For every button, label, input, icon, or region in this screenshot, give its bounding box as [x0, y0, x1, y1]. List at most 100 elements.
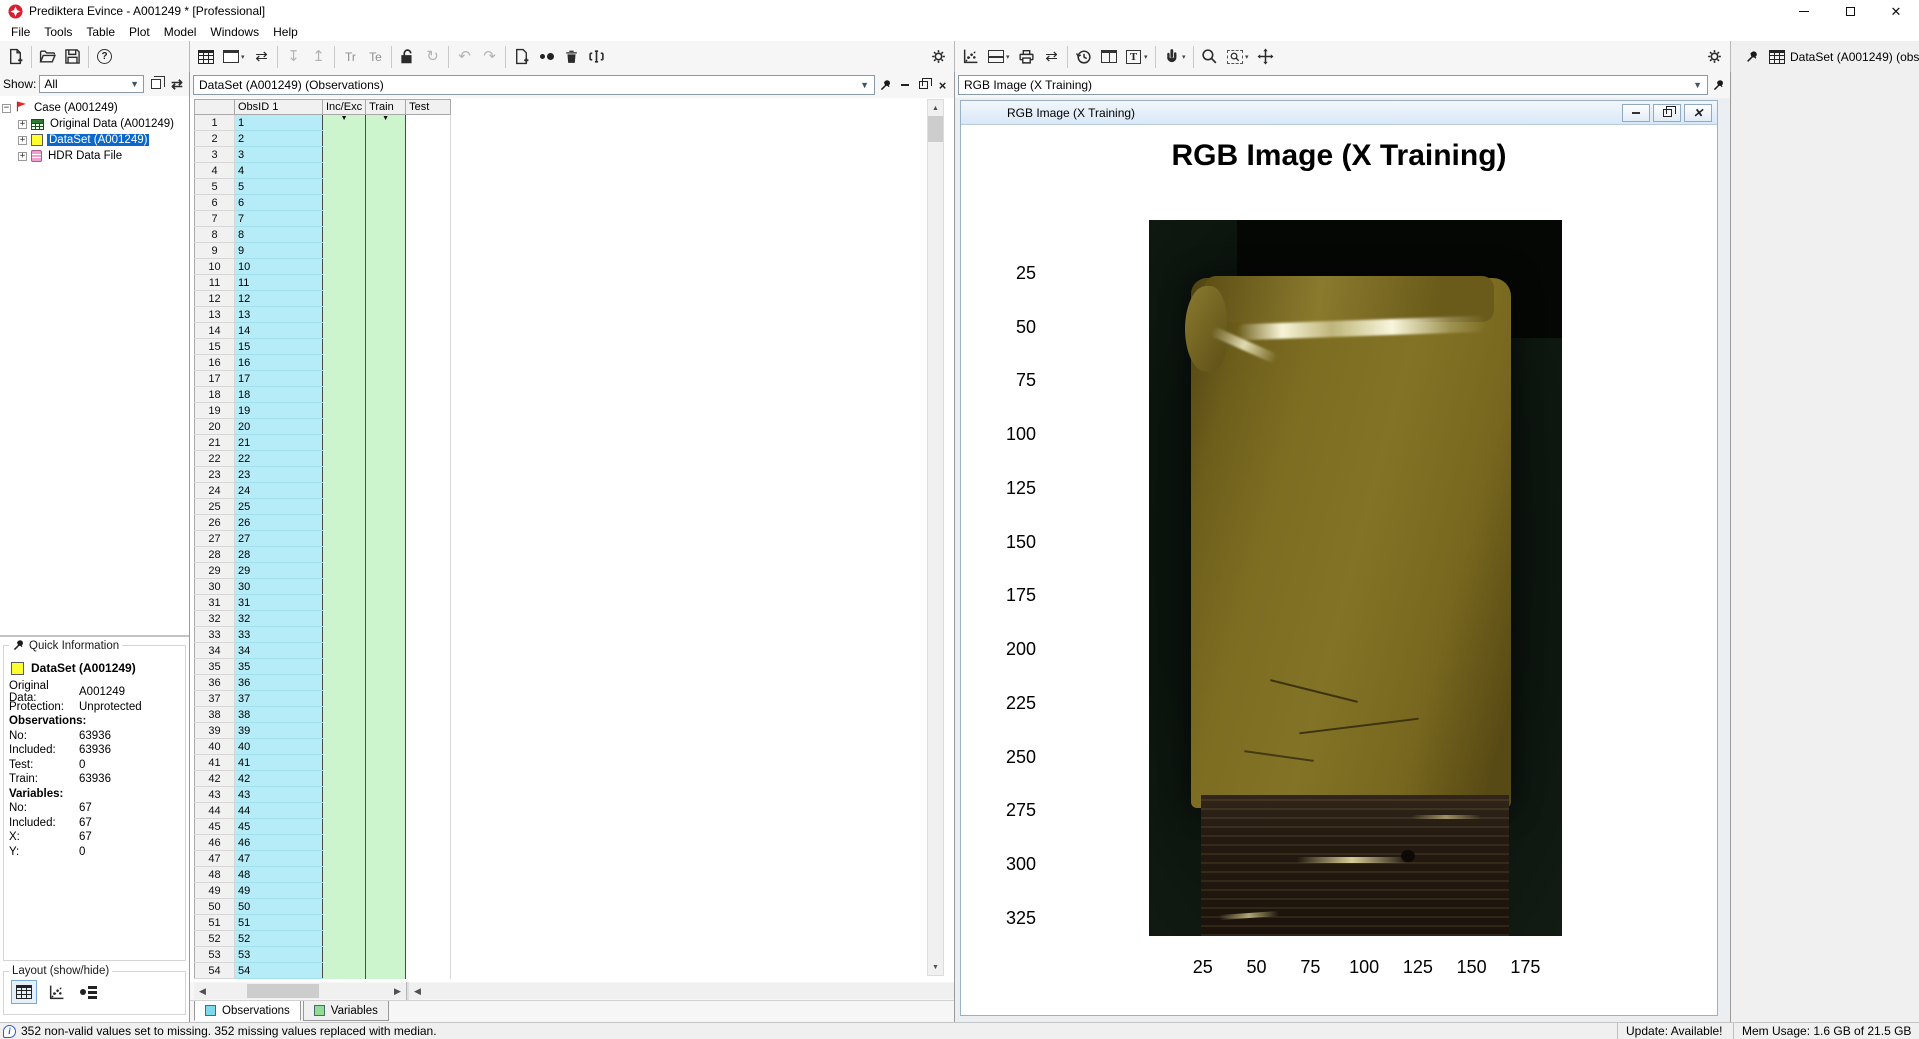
column-header-test[interactable]: Test [405, 99, 452, 115]
incexc-cell[interactable] [321, 386, 367, 403]
swap-columns-button[interactable]: ⇄ [249, 44, 274, 69]
link-observations-button[interactable] [534, 44, 559, 69]
train-cell[interactable] [365, 146, 407, 163]
row-number-cell[interactable]: 9 [194, 242, 235, 259]
table-vertical-scrollbar[interactable]: ▲ ▼ [927, 99, 944, 976]
new-file-button[interactable] [3, 44, 28, 69]
row-number-cell[interactable]: 39 [194, 722, 235, 739]
train-cell[interactable] [365, 914, 407, 931]
test-cell[interactable] [405, 594, 452, 611]
train-cell[interactable] [365, 802, 407, 819]
frozen-columns-scrollbar[interactable]: ◀ ▶ [194, 983, 406, 999]
test-cell[interactable] [405, 498, 452, 515]
menu-file[interactable]: File [4, 24, 37, 40]
test-cell[interactable] [405, 770, 452, 787]
toggle-model-button[interactable] [75, 980, 101, 1004]
text-tool-button[interactable]: T [1121, 44, 1146, 69]
incexc-cell[interactable] [321, 466, 367, 483]
row-number-cell[interactable]: 52 [194, 930, 235, 947]
test-cell[interactable] [405, 626, 452, 643]
test-cell[interactable] [405, 434, 452, 451]
row-number-cell[interactable]: 18 [194, 386, 235, 403]
test-cell[interactable] [405, 642, 452, 659]
row-number-cell[interactable]: 13 [194, 306, 235, 323]
incexc-cell[interactable] [321, 914, 367, 931]
table-doc-select[interactable]: DataSet (A001249) (Observations) ▼ [193, 75, 875, 95]
test-cell[interactable] [405, 546, 452, 563]
obsid-cell[interactable]: 31 [234, 594, 323, 611]
train-cell[interactable] [365, 850, 407, 867]
row-number-cell[interactable]: 53 [194, 946, 235, 963]
obsid-cell[interactable]: 48 [234, 866, 323, 883]
chevron-down-icon[interactable]: ▾ [1006, 53, 1014, 61]
row-number-cell[interactable]: 36 [194, 674, 235, 691]
train-cell[interactable] [365, 786, 407, 803]
test-cell[interactable] [405, 354, 452, 371]
test-cell[interactable] [405, 306, 452, 323]
plot-doc-select[interactable]: RGB Image (X Training) ▼ [958, 75, 1708, 95]
incexc-cell[interactable] [321, 818, 367, 835]
row-number-cell[interactable]: 3 [194, 146, 235, 163]
row-number-cell[interactable]: 31 [194, 594, 235, 611]
test-cell[interactable] [405, 530, 452, 547]
row-number-header[interactable] [194, 99, 235, 115]
train-cell[interactable] [365, 866, 407, 883]
hand-tool-button[interactable] [1159, 44, 1184, 69]
train-cell[interactable] [365, 674, 407, 691]
row-number-cell[interactable]: 45 [194, 818, 235, 835]
train-cell[interactable] [365, 322, 407, 339]
obsid-cell[interactable]: 26 [234, 514, 323, 531]
table-grid-button[interactable] [193, 44, 218, 69]
row-number-cell[interactable]: 47 [194, 850, 235, 867]
row-number-cell[interactable]: 11 [194, 274, 235, 291]
maximize-button[interactable] [1827, 0, 1873, 22]
incexc-cell[interactable] [321, 482, 367, 499]
row-number-cell[interactable]: 14 [194, 322, 235, 339]
column-header-train[interactable]: Train [365, 99, 407, 115]
row-number-cell[interactable]: 24 [194, 482, 235, 499]
rgb-image[interactable] [1149, 220, 1562, 936]
tree-expander-icon[interactable]: + [18, 151, 27, 161]
dock-pin-button[interactable] [1739, 44, 1764, 69]
row-number-cell[interactable]: 4 [194, 162, 235, 179]
row-number-cell[interactable]: 37 [194, 690, 235, 707]
incexc-cell[interactable] [321, 146, 367, 163]
row-number-cell[interactable]: 15 [194, 338, 235, 355]
scrollbar-thumb[interactable] [928, 116, 943, 142]
tab-observations[interactable]: Observations [194, 1001, 301, 1021]
print-button[interactable] [1014, 44, 1039, 69]
show-filter-select[interactable]: All ▼ [39, 75, 144, 93]
tree-item-label[interactable]: Case (A001249) [32, 102, 120, 114]
menu-plot[interactable]: Plot [122, 24, 157, 40]
row-number-cell[interactable]: 44 [194, 802, 235, 819]
obsid-cell[interactable]: 23 [234, 466, 323, 483]
incexc-cell[interactable] [321, 178, 367, 195]
row-number-cell[interactable]: 29 [194, 562, 235, 579]
test-cell[interactable] [405, 850, 452, 867]
test-cell[interactable] [405, 786, 452, 803]
save-button[interactable] [60, 44, 85, 69]
expand-all-button[interactable] [147, 75, 165, 93]
incexc-cell[interactable] [321, 674, 367, 691]
obsid-cell[interactable]: 12 [234, 290, 323, 307]
test-cell[interactable] [405, 722, 452, 739]
test-cell[interactable] [405, 802, 452, 819]
row-number-cell[interactable]: 50 [194, 898, 235, 915]
obsid-cell[interactable]: 39 [234, 722, 323, 739]
train-cell[interactable] [365, 562, 407, 579]
train-cell[interactable] [365, 930, 407, 947]
row-number-cell[interactable]: 25 [194, 498, 235, 515]
obsid-cell[interactable]: 6 [234, 194, 323, 211]
zoom-select-button[interactable] [1222, 44, 1247, 69]
test-cell[interactable] [405, 114, 452, 131]
row-number-cell[interactable]: 19 [194, 402, 235, 419]
test-cell[interactable] [405, 210, 452, 227]
train-cell[interactable] [365, 834, 407, 851]
train-cell[interactable] [365, 706, 407, 723]
swap-plot-button[interactable]: ⇄ [1039, 44, 1064, 69]
test-cell[interactable] [405, 834, 452, 851]
row-number-cell[interactable]: 43 [194, 786, 235, 803]
incexc-cell[interactable] [321, 930, 367, 947]
obsid-cell[interactable]: 21 [234, 434, 323, 451]
test-cell[interactable] [405, 914, 452, 931]
